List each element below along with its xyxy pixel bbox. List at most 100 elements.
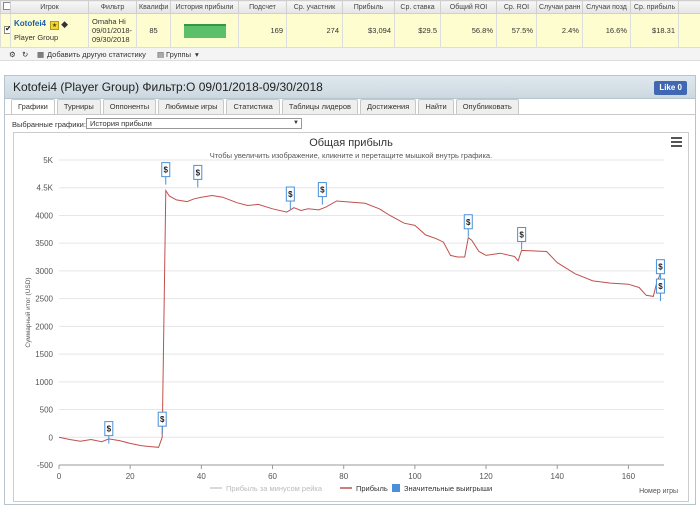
- filter-cell: Omaha Hi 09/01/2018- 09/30/2018: [88, 13, 137, 48]
- player-group: Player Group: [14, 33, 59, 42]
- col-header-avg-profit[interactable]: Ср. прибыль: [630, 0, 679, 14]
- tab-favorite-games[interactable]: Любимые игры: [158, 99, 225, 114]
- col-header-player[interactable]: Игрок: [10, 0, 89, 14]
- filter-date-end: 09/30/2018: [92, 35, 130, 44]
- col-header-avg-entrants[interactable]: Ср. участник: [286, 0, 343, 14]
- y-tick-label: 1000: [35, 378, 53, 387]
- col-header-avg-stake[interactable]: Ср. ставка: [394, 0, 441, 14]
- y-tick-label: 2500: [35, 295, 53, 304]
- avg-roi-value: 57.5%: [496, 13, 537, 48]
- profit-history-cell: [170, 13, 239, 48]
- like-label: Like 0: [659, 83, 682, 92]
- chart-select-row: Выбранные графики: История прибыли ▼: [12, 118, 302, 129]
- fish-icon: ◆: [61, 19, 69, 29]
- x-tick-label: 20: [126, 472, 135, 481]
- x-tick-label: 120: [479, 472, 493, 481]
- extra-cell: [678, 13, 700, 48]
- profit-sparkline: [183, 23, 226, 38]
- significant-win-label: $: [658, 263, 663, 272]
- significant-win-label: $: [519, 231, 524, 240]
- col-header-count[interactable]: Подсчет: [238, 0, 287, 14]
- player-panel: Kotofei4 (Player Group) Фильтр:O 09/01/2…: [4, 75, 696, 505]
- significant-win-label: $: [320, 186, 325, 195]
- qualifier-value: 85: [136, 13, 171, 48]
- profit-value: $3,094: [342, 13, 395, 48]
- significant-win-label: $: [160, 415, 165, 424]
- avg-entrants-value: 274: [286, 13, 343, 48]
- filter-game: Omaha Hi: [92, 17, 126, 26]
- select-all-checkbox[interactable]: [3, 2, 10, 10]
- col-header-extra: [678, 0, 700, 14]
- legend-net-label: Прибыль за минусом рейка: [226, 484, 323, 493]
- x-axis-label: Номер игры: [639, 488, 678, 495]
- early-cases-value: 2.4%: [536, 13, 583, 48]
- avg-profit-value: $18.31: [630, 13, 679, 48]
- x-tick-label: 140: [551, 472, 565, 481]
- y-tick-label: 5K: [43, 156, 53, 165]
- y-tick-label: 500: [40, 406, 54, 415]
- col-header-late-cases[interactable]: Случаи позд: [582, 0, 631, 14]
- col-header-avg-roi[interactable]: Ср. ROI: [496, 0, 537, 14]
- y-axis-label: Суммарный итог (USD): [24, 277, 32, 347]
- facebook-like-button[interactable]: Like 0: [654, 81, 687, 95]
- y-tick-label: 2000: [35, 322, 53, 331]
- tab-tournaments[interactable]: Турниры: [56, 99, 101, 114]
- profit-chart[interactable]: -500050010001500200025003000350040004.5K…: [14, 133, 690, 503]
- tab-publish[interactable]: Опубликовать: [455, 99, 519, 114]
- significant-win-label: $: [288, 190, 293, 199]
- y-tick-label: 4.5K: [37, 184, 54, 193]
- x-tick-label: 80: [339, 472, 348, 481]
- row-checkbox[interactable]: [4, 24, 10, 34]
- significant-win-label: $: [658, 282, 663, 291]
- table-toolbar: ⚙ ↻ ▦ Добавить другую статистику ▤ Групп…: [0, 48, 700, 61]
- chevron-down-icon: ▼: [293, 120, 299, 126]
- chart-container[interactable]: Общая прибыль Чтобы увеличить изображени…: [13, 132, 689, 502]
- count-value: 169: [238, 13, 287, 48]
- late-cases-value: 16.6%: [582, 13, 631, 48]
- legend-wins-swatch: [392, 484, 400, 492]
- player-cell: Kotofei4 ★ ◆ Player Group: [10, 13, 89, 48]
- total-roi-value: 56.8%: [440, 13, 497, 48]
- col-header-total-roi[interactable]: Общий ROI: [440, 0, 497, 14]
- chart-select-label: Выбранные графики:: [12, 120, 86, 129]
- y-tick-label: 1500: [35, 350, 53, 359]
- stats-table: Игрок Фильтр Квалифи История прибыли Под…: [0, 0, 700, 48]
- player-name-link[interactable]: Kotofei4: [14, 19, 46, 28]
- settings-icon[interactable]: ⚙: [9, 50, 16, 59]
- x-tick-label: 40: [197, 472, 206, 481]
- row-checkbox-cell[interactable]: [0, 13, 11, 48]
- chart-select[interactable]: История прибыли ▼: [86, 118, 302, 129]
- tab-charts[interactable]: Графики: [11, 99, 55, 114]
- tab-achievements[interactable]: Достижения: [360, 99, 417, 114]
- add-stats-icon: ▦: [37, 50, 45, 59]
- panel-title: Kotofei4 (Player Group) Фильтр:O 09/01/2…: [13, 80, 323, 94]
- y-tick-label: 0: [49, 433, 54, 442]
- x-tick-label: 0: [57, 472, 62, 481]
- col-header-early-cases[interactable]: Случаи ранн: [536, 0, 583, 14]
- refresh-icon[interactable]: ↻: [22, 50, 28, 59]
- significant-win-label: $: [196, 168, 201, 177]
- legend-profit-label: Прибыль: [356, 484, 388, 493]
- groups-icon: ▤: [157, 50, 165, 59]
- x-tick-label: 60: [268, 472, 277, 481]
- x-tick-label: 160: [622, 472, 636, 481]
- tab-leaderboards[interactable]: Таблицы лидеров: [281, 99, 359, 114]
- tab-bar: Графики Турниры Оппоненты Любимые игры С…: [11, 99, 521, 114]
- y-tick-label: 4000: [35, 211, 53, 220]
- panel-header: Kotofei4 (Player Group) Фильтр:O 09/01/2…: [5, 76, 695, 99]
- tab-find[interactable]: Найти: [418, 99, 454, 114]
- col-header-qualifier[interactable]: Квалифи: [136, 0, 171, 14]
- y-tick-label: 3500: [35, 239, 53, 248]
- chevron-down-icon[interactable]: ▾: [195, 50, 199, 59]
- groups-dropdown[interactable]: Группы: [166, 50, 191, 59]
- filter-date-start: 09/01/2018-: [92, 26, 133, 35]
- medal-icon: ★: [50, 21, 60, 30]
- add-stats-link[interactable]: Добавить другую статистику: [47, 50, 146, 59]
- col-header-filter[interactable]: Фильтр: [88, 0, 137, 14]
- tab-statistics[interactable]: Статистика: [226, 99, 280, 114]
- y-tick-label: -500: [37, 461, 54, 470]
- col-header-profit[interactable]: Прибыль: [342, 0, 395, 14]
- select-all-header[interactable]: [0, 0, 11, 14]
- tab-opponents[interactable]: Оппоненты: [102, 99, 157, 114]
- col-header-profit-history[interactable]: История прибыли: [170, 0, 239, 14]
